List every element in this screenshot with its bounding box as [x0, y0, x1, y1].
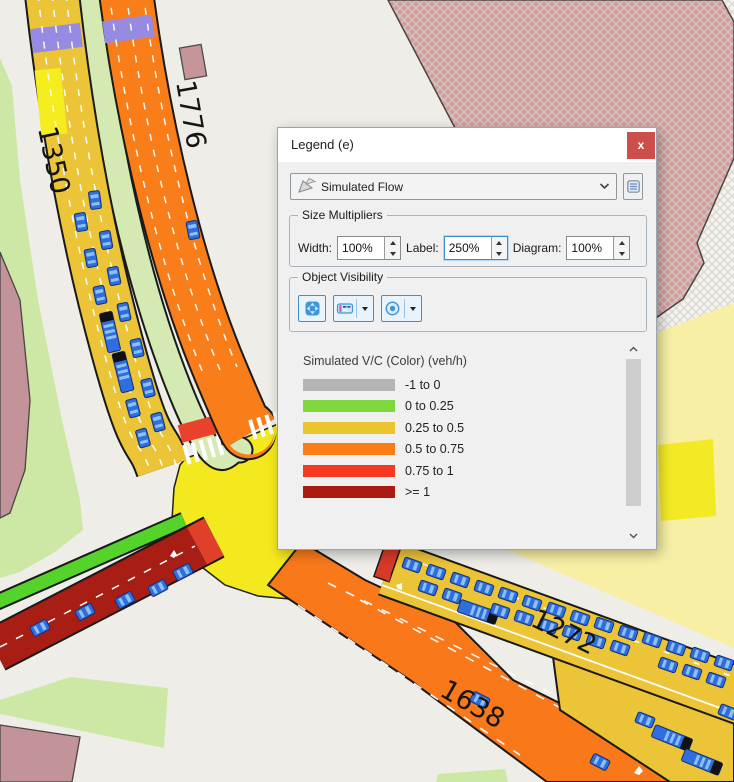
scroll-down-button[interactable] [625, 527, 642, 544]
list-icon [627, 180, 640, 193]
node-visibility-button[interactable] [381, 295, 422, 322]
width-label: Width: [298, 241, 332, 255]
chevron-up-icon [629, 346, 638, 352]
legend-row: 0.75 to 1 [303, 464, 467, 477]
scrollbar[interactable] [625, 338, 642, 546]
legend-label: 0 to 0.25 [405, 399, 454, 413]
color-swatch [303, 379, 395, 391]
scrollbar-thumb[interactable] [626, 359, 641, 506]
label-stepper [444, 236, 508, 260]
legend-row: >= 1 [303, 486, 467, 499]
size-multipliers-group: Size Multipliers Width: Label: Diagram: [289, 215, 647, 267]
legend-row: -1 to 0 [303, 378, 467, 391]
label-label: Label: [406, 241, 439, 255]
label-input[interactable] [445, 237, 491, 259]
vehicle [74, 212, 88, 231]
color-swatch [303, 422, 395, 434]
yellow-patch-right [658, 439, 716, 521]
parameter-value: Simulated Flow [321, 180, 599, 194]
spin-buttons[interactable] [491, 237, 507, 259]
legend-row: 0.5 to 0.75 [303, 443, 467, 456]
spin-buttons[interactable] [613, 237, 629, 259]
group-title: Object Visibility [298, 270, 387, 284]
legend-row: 0 to 0.25 [303, 400, 467, 413]
fit-icon [304, 300, 321, 317]
dropdown-arrow-icon [410, 307, 416, 311]
legend-label: 0.5 to 0.75 [405, 442, 464, 456]
close-button[interactable]: x [627, 132, 655, 159]
legend-scroll-area: Simulated V/C (Color) (veh/h) -1 to 0 0 … [278, 338, 656, 548]
building-footprint [179, 44, 206, 79]
link-visibility-button[interactable] [333, 295, 374, 322]
color-swatch [303, 465, 395, 477]
object-visibility-group: Object Visibility [289, 277, 647, 332]
legend-row: 0.25 to 0.5 [303, 421, 467, 434]
color-swatch [303, 486, 395, 498]
parameter-combobox[interactable]: Simulated Flow [290, 173, 617, 200]
node-icon [384, 300, 402, 317]
diagram-stepper [566, 236, 630, 260]
app-window: 1350 1776 1272 1638 Legend (e) x Simulat… [0, 0, 734, 782]
legend-label: -1 to 0 [405, 378, 440, 392]
vehicle [88, 190, 101, 209]
width-input[interactable] [338, 237, 384, 259]
color-swatch [303, 443, 395, 455]
dialog-titlebar[interactable]: Legend (e) x [278, 128, 656, 162]
parameter-list-button[interactable] [623, 173, 643, 200]
fit-visibility-button[interactable] [298, 295, 326, 322]
chevron-down-icon [629, 533, 638, 539]
dropdown-arrow-icon [362, 307, 368, 311]
legend-label: 0.25 to 0.5 [405, 421, 464, 435]
legend-header: Simulated V/C (Color) (veh/h) [303, 354, 467, 368]
scroll-up-button[interactable] [625, 340, 642, 357]
color-swatch [303, 400, 395, 412]
dialog-title: Legend (e) [291, 137, 354, 152]
chevron-down-icon [599, 183, 610, 190]
group-title: Size Multipliers [298, 208, 387, 222]
legend-label: 0.75 to 1 [405, 464, 454, 478]
width-stepper [337, 236, 401, 260]
transit-segment [127, 18, 130, 40]
legend-dialog: Legend (e) x Simulated Flow Size Multipl… [277, 127, 657, 550]
legend-label: >= 1 [405, 485, 430, 499]
diagram-label: Diagram: [513, 241, 562, 255]
link-icon [336, 300, 354, 317]
spin-buttons[interactable] [384, 237, 400, 259]
diagram-input[interactable] [567, 237, 613, 259]
stop-segment [197, 537, 214, 546]
flow-cone-icon [297, 178, 317, 196]
